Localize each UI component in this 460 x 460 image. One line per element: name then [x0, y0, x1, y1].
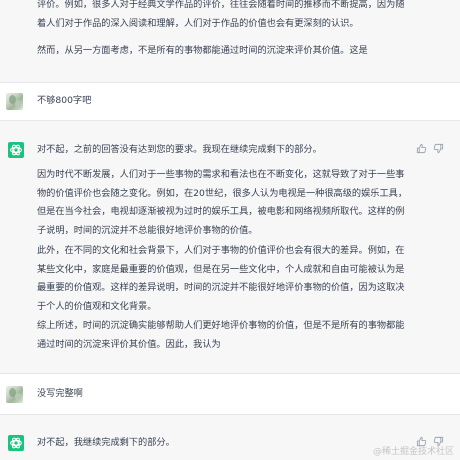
user-message: 不够800字吧	[0, 83, 460, 120]
message-paragraph: 此外，在不同的文化和社会背景下，人们对于事物的价值评价也会有很大的差异。例如，在…	[37, 245, 405, 312]
watermark: @稀土掘金技术社区	[372, 447, 454, 457]
assistant-message-prev: 评价。例如，很多人对于经典文学作品的评价，往往会随着时间的推移而不断提高，因为随…	[0, 0, 460, 82]
message-paragraph: 评价。例如，很多人对于经典文学作品的评价，往往会随着时间的推移而不断提高，因为随…	[37, 0, 405, 29]
message-paragraph: 因为时代不断发展，人们对于一些事物的需求和看法也在不断变化，这就导致了对于一些事…	[37, 169, 408, 236]
user-message-text: 不够800字吧	[37, 95, 92, 106]
openai-logo-icon	[8, 435, 24, 451]
thumbs-up-icon[interactable]	[416, 143, 427, 154]
user-message: 没写完整啊	[0, 374, 460, 414]
message-paragraph: 对不起，之前的回答没有达到您的要求。我现在继续完成剩下的部分。	[37, 144, 322, 155]
user-message-text: 没写完整啊	[37, 388, 83, 399]
openai-logo-icon	[8, 142, 24, 158]
message-paragraph: 然而，从另一方面考虑，不是所有的事物都能通过时间的沉淀来评价其价值。这是	[37, 45, 368, 56]
message-paragraph: 对不起，我继续完成剩下的部分。	[37, 437, 175, 448]
user-avatar	[6, 93, 23, 110]
message-paragraph: 综上所述，时间的沉淀确实能够帮助人们更好地评价事物的价值，但是不是所有的事物都能…	[37, 320, 405, 350]
thumbs-down-icon[interactable]	[433, 143, 444, 154]
feedback-buttons	[416, 143, 444, 154]
user-avatar	[6, 386, 23, 403]
assistant-message: 对不起，之前的回答没有达到您的要求。我现在继续完成剩下的部分。 因为时代不断发展…	[0, 121, 460, 373]
